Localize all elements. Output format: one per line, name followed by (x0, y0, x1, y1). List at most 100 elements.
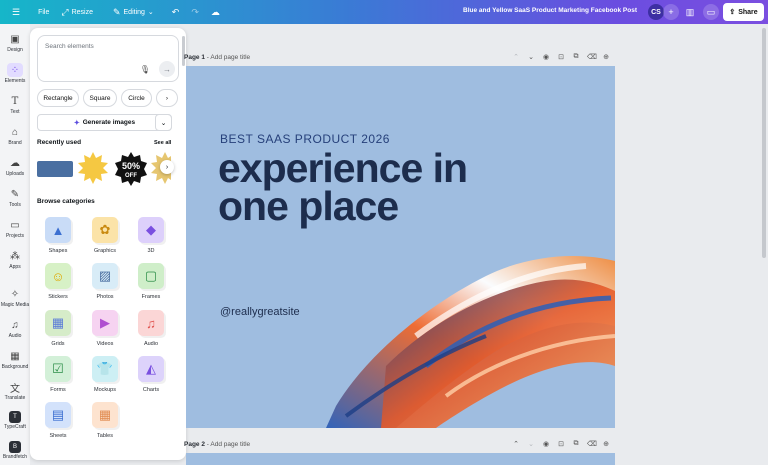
editing-mode-dropdown[interactable]: ✎ Editing ⌄ (107, 3, 160, 21)
add-page-icon[interactable]: ⊕ (602, 53, 610, 61)
recent-item-starburst[interactable] (77, 152, 109, 189)
rail-item-magic-media[interactable]: ✧ Magic Media (0, 287, 30, 309)
paint-brush-stroke-graphic[interactable] (186, 66, 615, 428)
category-stickers[interactable]: ☺ Stickers (40, 263, 76, 307)
design-icon: ▣ (10, 33, 20, 45)
microphone-icon[interactable]: 🎙 (138, 62, 152, 76)
add-collaborator-button[interactable]: + (663, 4, 679, 20)
category-forms[interactable]: ☑ Forms (40, 356, 76, 400)
design-kicker-text[interactable]: BEST SAAS PRODUCT 2026 (220, 132, 390, 146)
category-tables[interactable]: ▦ Tables (87, 402, 123, 446)
category-charts[interactable]: ◭ Charts (133, 356, 169, 400)
chip-rectangle[interactable]: Rectangle (37, 89, 79, 107)
chevron-down-icon: ⌄ (160, 119, 167, 127)
share-button[interactable]: ⇪ Share (723, 3, 764, 21)
play-icon: ▶ (92, 310, 118, 336)
uploads-icon: ☁ (10, 157, 20, 169)
category-sheets[interactable]: ▤ Sheets (40, 402, 76, 446)
rail-label: Brand (8, 140, 22, 146)
rail-item-brand[interactable]: ⌂ Brand (0, 125, 30, 147)
move-up-icon[interactable]: ⌃ (512, 440, 520, 448)
design-canvas-page-2[interactable] (186, 453, 615, 465)
category-grids[interactable]: ▦ Grids (40, 310, 76, 354)
recent-item-sale-badge[interactable]: 50% OFF (114, 152, 148, 191)
category-videos[interactable]: ▶ Videos (87, 310, 123, 354)
lock-icon[interactable]: ⊡ (557, 53, 565, 61)
rail-item-tools[interactable]: ✎ Tools (0, 187, 30, 209)
rail-item-typecraft[interactable]: T TypeCraft (0, 411, 30, 430)
move-up-icon[interactable]: ⌃ (512, 53, 520, 61)
page-2-label[interactable]: Page 2 - Add page title (184, 441, 250, 448)
category-3d[interactable]: ◆ 3D (133, 217, 169, 261)
rail-item-background[interactable]: ▦ Background (0, 349, 30, 371)
see-all-link[interactable]: See all (154, 140, 171, 146)
design-canvas-page-1[interactable]: BEST SAAS PRODUCT 2026 experience in one… (186, 66, 615, 428)
cloud-save-button[interactable]: ☁ (205, 3, 226, 21)
page-title-placeholder[interactable]: Add page title (210, 54, 250, 61)
category-shapes[interactable]: ▲ Shapes (40, 217, 76, 261)
canvas-scrollbar[interactable] (762, 28, 766, 258)
design-headline[interactable]: experience in one place (218, 148, 468, 227)
rail-item-design[interactable]: ▣ Design (0, 32, 30, 54)
rail-item-brandfetch[interactable]: B Brandfetch (0, 441, 30, 460)
avatar[interactable]: CS (648, 4, 664, 20)
elements-icon: ⁘ (7, 63, 23, 77)
generate-options-dropdown[interactable]: ⌄ (155, 114, 172, 131)
panel-scrollbar[interactable] (182, 36, 185, 66)
tools-icon: ✎ (10, 188, 20, 200)
chip-circle[interactable]: Circle (121, 89, 152, 107)
search-input[interactable]: Search elements (45, 43, 94, 50)
category-label: Audio (143, 341, 159, 347)
move-down-icon[interactable]: ⌄ (527, 53, 535, 61)
category-photos[interactable]: ▨ Photos (87, 263, 123, 307)
add-page-icon[interactable]: ⊕ (602, 440, 610, 448)
duplicate-icon[interactable]: ⧉ (572, 53, 580, 61)
trash-icon[interactable]: ⌫ (587, 53, 597, 61)
category-label: Videos (96, 341, 114, 347)
trash-icon[interactable]: ⌫ (587, 440, 597, 448)
search-elements-box[interactable]: Search elements 🎙 → (37, 35, 179, 82)
chart-icon: ◭ (138, 356, 164, 382)
chip-square[interactable]: Square (83, 89, 117, 107)
file-menu[interactable]: File (32, 3, 55, 21)
eye-icon[interactable]: ◉ (542, 53, 550, 61)
category-audio[interactable]: ♫ Audio (133, 310, 169, 354)
redo-button[interactable]: ↷ (185, 3, 205, 21)
chip-more[interactable]: › (156, 89, 178, 107)
recent-item-rectangle[interactable] (37, 152, 73, 177)
sunflower-icon: ✿ (92, 217, 118, 243)
comments-button[interactable]: ▭ (703, 4, 719, 20)
arrow-right-icon[interactable]: → (159, 61, 175, 77)
rail-item-apps[interactable]: ⁂ Apps (0, 249, 30, 271)
document-title[interactable]: Blue and Yellow SaaS Product Marketing F… (463, 7, 637, 14)
page-1-toolbar: ⌃ ⌄ ◉ ⊡ ⧉ ⌫ ⊕ (512, 53, 610, 61)
menu-button[interactable]: ☰ (6, 3, 26, 21)
category-graphics[interactable]: ✿ Graphics (87, 217, 123, 261)
rail-item-uploads[interactable]: ☁ Uploads (0, 156, 30, 178)
rail-item-audio[interactable]: ♫ Audio (0, 318, 30, 340)
design-handle-text[interactable]: @reallygreatsite (220, 306, 300, 318)
rail-label: Text (10, 109, 20, 115)
generate-images-button[interactable]: ✦ Generate images (37, 114, 172, 131)
move-down-icon[interactable]: ⌄ (527, 440, 535, 448)
rail-item-translate[interactable]: 文 Translate (0, 380, 30, 402)
recent-next-button[interactable]: › (160, 160, 174, 174)
duplicate-icon[interactable]: ⧉ (572, 440, 580, 448)
rail-item-projects[interactable]: ▭ Projects (0, 218, 30, 240)
resize-button[interactable]: ⤢ Resize (55, 3, 99, 21)
page-1-label[interactable]: Page 1 - Add page title (184, 54, 250, 61)
eye-icon[interactable]: ◉ (542, 440, 550, 448)
rail-label: Tools (9, 202, 21, 208)
background-icon: ▦ (10, 350, 20, 362)
rail-item-elements[interactable]: ⁘ Elements (0, 63, 30, 84)
grid-icon: ▦ (45, 310, 71, 336)
undo-button[interactable]: ↶ (166, 3, 186, 21)
page-title-placeholder[interactable]: Add page title (210, 441, 250, 448)
lock-icon[interactable]: ⊡ (557, 440, 565, 448)
category-mockups[interactable]: 👕 Mockups (87, 356, 123, 400)
category-frames[interactable]: ▢ Frames (133, 263, 169, 307)
yellow-starburst-shape (78, 152, 108, 184)
insights-button[interactable]: ▥ (682, 4, 698, 20)
page-2-toolbar: ⌃ ⌄ ◉ ⊡ ⧉ ⌫ ⊕ (512, 440, 610, 448)
rail-item-text[interactable]: T Text (0, 94, 30, 116)
